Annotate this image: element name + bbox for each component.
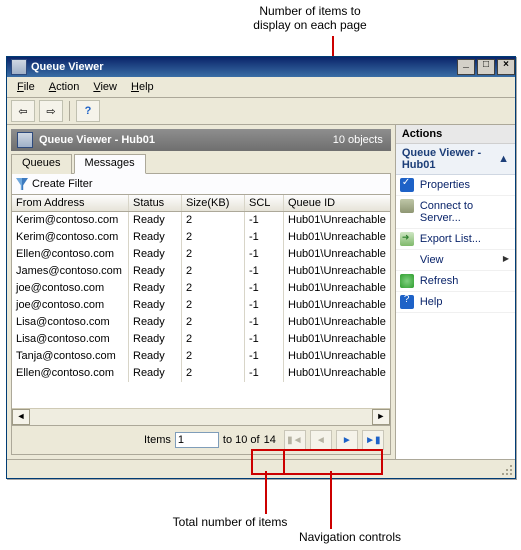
table-row[interactable]: Kerim@contoso.comReady2-1Hub01\Unreachab… — [12, 212, 390, 229]
forward-button[interactable]: ⇨ — [39, 100, 63, 122]
action-export[interactable]: Export List... — [396, 229, 515, 250]
properties-icon — [400, 178, 414, 192]
scroll-left-button[interactable]: ◄ — [12, 409, 30, 425]
items-from-input[interactable] — [175, 432, 219, 448]
annotation-top: Number of items to display on each page — [220, 4, 400, 32]
object-count: 10 objects — [333, 134, 391, 146]
action-view[interactable]: View — [396, 250, 515, 271]
annotation-total: Total number of items — [150, 515, 310, 529]
section-title: Queue Viewer - Hub01 — [39, 134, 155, 146]
back-button[interactable]: ⇦ — [11, 100, 35, 122]
callout-line-total — [265, 471, 267, 514]
queue-viewer-icon — [17, 132, 33, 148]
tab-messages[interactable]: Messages — [74, 154, 146, 174]
refresh-icon — [400, 274, 414, 288]
help-icon — [400, 295, 414, 309]
table-row[interactable]: James@contoso.comReady2-1Hub01\Unreachab… — [12, 263, 390, 280]
menu-action[interactable]: Action — [43, 79, 86, 95]
actions-sub-header[interactable]: Queue Viewer - Hub01 ▲ — [396, 144, 515, 175]
maximize-button[interactable]: □ — [477, 59, 495, 75]
table-row[interactable]: Ellen@contoso.comReady2-1Hub01\Unreachab… — [12, 246, 390, 263]
pager: Items to 10 of 14 ▮◄ ◄ ► ►▮ — [11, 426, 391, 455]
create-filter-link[interactable]: Create Filter — [32, 178, 93, 190]
titlebar[interactable]: Queue Viewer _ □ × — [7, 57, 515, 77]
table-row[interactable]: Kerim@contoso.comReady2-1Hub01\Unreachab… — [12, 229, 390, 246]
menu-view[interactable]: View — [87, 79, 123, 95]
action-connect[interactable]: Connect to Server... — [396, 196, 515, 229]
grid-header: From Address Status Size(KB) SCL Queue I… — [12, 195, 390, 212]
grid: From Address Status Size(KB) SCL Queue I… — [11, 195, 391, 426]
actions-sub-label: Queue Viewer - Hub01 — [402, 147, 498, 171]
close-button[interactable]: × — [497, 59, 515, 75]
filter-icon — [16, 178, 28, 190]
toolbar-separator — [69, 101, 70, 121]
window: Queue Viewer _ □ × File Action View Help… — [6, 56, 516, 479]
items-label: Items — [144, 434, 171, 446]
scroll-right-button[interactable]: ► — [372, 409, 390, 425]
toolbar: ⇦ ⇨ ? — [7, 98, 515, 125]
callout-line-nav — [330, 471, 332, 529]
grid-body: Kerim@contoso.comReady2-1Hub01\Unreachab… — [12, 212, 390, 408]
col-status[interactable]: Status — [129, 195, 182, 211]
col-qid[interactable]: Queue ID — [284, 195, 390, 211]
actions-header: Actions — [396, 125, 515, 144]
nav-next-button[interactable]: ► — [336, 430, 358, 450]
collapse-icon: ▲ — [498, 153, 509, 165]
col-from[interactable]: From Address — [12, 195, 129, 211]
items-to-label: to 10 of — [223, 434, 260, 446]
menu-file[interactable]: File — [11, 79, 41, 95]
tabbar: Queues Messages — [11, 153, 391, 174]
filterbar: Create Filter — [11, 174, 391, 195]
nav-last-button[interactable]: ►▮ — [362, 430, 384, 450]
menubar: File Action View Help — [7, 77, 515, 98]
action-help[interactable]: Help — [396, 292, 515, 313]
minimize-button[interactable]: _ — [457, 59, 475, 75]
table-row[interactable]: joe@contoso.comReady2-1Hub01\Unreachable — [12, 280, 390, 297]
actions-pane: Actions Queue Viewer - Hub01 ▲ Propertie… — [395, 125, 515, 459]
col-size[interactable]: Size(KB) — [182, 195, 245, 211]
export-icon — [400, 232, 414, 246]
server-icon — [400, 199, 414, 213]
statusbar — [7, 459, 515, 478]
annotation-nav: Navigation controls — [280, 530, 420, 544]
tab-queues[interactable]: Queues — [11, 154, 72, 174]
table-row[interactable]: joe@contoso.comReady2-1Hub01\Unreachable — [12, 297, 390, 314]
table-row[interactable]: Lisa@contoso.comReady2-1Hub01\Unreachabl… — [12, 314, 390, 331]
scroll-track[interactable] — [30, 409, 372, 425]
help-toolbar-button[interactable]: ? — [76, 100, 100, 122]
section-header: Queue Viewer - Hub01 10 objects — [11, 129, 391, 151]
items-total: 14 — [264, 434, 276, 446]
nav-first-button[interactable]: ▮◄ — [284, 430, 306, 450]
menu-help[interactable]: Help — [125, 79, 160, 95]
window-title: Queue Viewer — [31, 61, 104, 73]
horizontal-scrollbar[interactable]: ◄ ► — [12, 408, 390, 425]
action-refresh[interactable]: Refresh — [396, 271, 515, 292]
action-properties[interactable]: Properties — [396, 175, 515, 196]
nav-prev-button[interactable]: ◄ — [310, 430, 332, 450]
table-row[interactable]: Lisa@contoso.comReady2-1Hub01\Unreachabl… — [12, 331, 390, 348]
app-icon — [11, 59, 27, 75]
main-pane: Queue Viewer - Hub01 10 objects Queues M… — [7, 125, 395, 459]
col-scl[interactable]: SCL — [245, 195, 284, 211]
table-row[interactable]: Tanja@contoso.comReady2-1Hub01\Unreachab… — [12, 348, 390, 365]
resize-grip[interactable] — [501, 464, 515, 478]
table-row[interactable]: Ellen@contoso.comReady2-1Hub01\Unreachab… — [12, 365, 390, 382]
